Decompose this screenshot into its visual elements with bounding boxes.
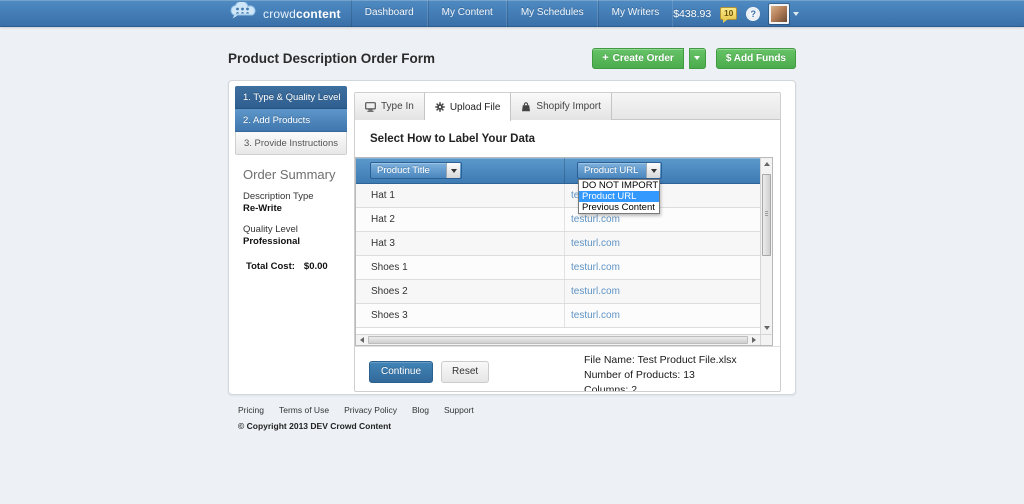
product-title-cell: Hat 1 [356, 184, 565, 207]
columns-text: Columns: 2 [584, 384, 638, 392]
column2-open-dropdown: DO NOT IMPORT Product URL Previous Conte… [578, 179, 660, 214]
continue-button[interactable]: Continue [369, 361, 434, 383]
table-row: Hat 1 testurl.com [356, 184, 760, 208]
wizard-step-type-quality[interactable]: 1. Type & Quality Level [235, 86, 347, 109]
file-name-text: File Name: Test Product File.xlsx [584, 354, 737, 366]
add-funds-button[interactable]: $ Add Funds [715, 47, 796, 69]
brand-name: crowdcontent [263, 6, 341, 21]
page-title: Product Description Order Form [228, 50, 436, 66]
product-url-link[interactable]: testurl.com [571, 238, 620, 249]
nav-item-my-writers[interactable]: My Writers [597, 0, 674, 27]
scroll-left-arrow-icon[interactable] [357, 335, 367, 345]
notification-badge[interactable]: 10 [720, 7, 738, 23]
quality-level-label: Quality Level [243, 224, 298, 235]
monitor-icon [365, 101, 376, 112]
description-type-value: Re-Write [243, 203, 282, 214]
dropdown-option-product-url[interactable]: Product URL [579, 191, 659, 202]
plus-icon: + [602, 52, 609, 64]
description-type-label: Description Type [243, 191, 314, 202]
product-title-cell: Hat 3 [356, 232, 565, 255]
table-row: Hat 2 testurl.com [356, 208, 760, 232]
dropdown-option-do-not-import[interactable]: DO NOT IMPORT [579, 180, 659, 191]
top-navbar: crowdcontent Dashboard My Content My Sch… [0, 0, 1024, 27]
panel-heading: Select How to Label Your Data [370, 133, 536, 145]
caret-down-icon [694, 56, 701, 60]
order-summary-title: Order Summary [243, 167, 336, 182]
product-url-link[interactable]: testurl.com [571, 310, 620, 321]
avatar [768, 2, 791, 25]
order-form-card: 1. Type & Quality Level 2. Add Products … [228, 80, 796, 395]
select-arrow-icon [646, 163, 660, 178]
wizard-step-provide-instructions[interactable]: 3. Provide Instructions [235, 132, 347, 155]
scroll-right-arrow-icon[interactable] [749, 335, 759, 345]
wizard-step-add-products[interactable]: 2. Add Products [235, 109, 347, 132]
table-row: Hat 3 testurl.com [356, 232, 760, 256]
dropdown-option-previous-content[interactable]: Previous Content [579, 202, 659, 213]
footer-link-terms[interactable]: Terms of Use [279, 405, 329, 415]
horizontal-scrollbar[interactable] [356, 334, 760, 345]
select-arrow-icon [446, 163, 460, 178]
brand-logo[interactable]: crowdcontent [228, 0, 341, 26]
column2-mapping-select[interactable]: Product URL [577, 162, 662, 179]
shopping-bag-icon [521, 101, 531, 112]
product-title-cell: Shoes 2 [356, 280, 565, 303]
tab-shopify-import[interactable]: Shopify Import [511, 93, 612, 120]
chevron-down-icon [793, 11, 800, 16]
cloud-people-icon [228, 0, 258, 26]
reset-button[interactable]: Reset [441, 361, 490, 383]
copyright-text: © Copyright 2013 DEV Crowd Content [238, 421, 392, 431]
product-count-text: Number of Products: 13 [584, 369, 695, 381]
footer-link-support[interactable]: Support [444, 405, 474, 415]
wizard-sidebar: 1. Type & Quality Level 2. Add Products … [235, 86, 347, 389]
footer-link-pricing[interactable]: Pricing [238, 405, 264, 415]
quality-level-value: Professional [243, 236, 301, 247]
create-order-button[interactable]: + Create Order [592, 47, 684, 69]
account-balance[interactable]: $438.93 [673, 8, 711, 20]
mapping-table: Product Title Product URL DO NOT IMPORT [355, 157, 773, 346]
mapping-table-header: Product Title Product URL [356, 158, 760, 184]
order-summary: Order Summary Description Type Re-Write … [235, 155, 347, 273]
nav-item-my-content[interactable]: My Content [427, 0, 507, 27]
tab-type-in[interactable]: Type In [355, 93, 425, 120]
file-info: File Name: Test Product File.xlsx Number… [584, 352, 766, 392]
product-title-cell: Shoes 1 [356, 256, 565, 279]
product-url-link[interactable]: testurl.com [571, 262, 620, 273]
nav-item-dashboard[interactable]: Dashboard [350, 0, 428, 27]
table-row: Shoes 1 testurl.com [356, 256, 760, 280]
page-footer: Pricing Terms of Use Privacy Policy Blog… [228, 395, 796, 431]
table-row: Shoes 2 testurl.com [356, 280, 760, 304]
main-nav: Dashboard My Content My Schedules My Wri… [350, 0, 674, 27]
vertical-scroll-thumb[interactable] [762, 174, 771, 256]
footer-link-privacy[interactable]: Privacy Policy [344, 405, 397, 415]
mapping-table-rows: Hat 1 testurl.com Hat 2 testurl.com Hat … [356, 184, 760, 328]
user-menu[interactable] [768, 2, 800, 25]
nav-item-my-schedules[interactable]: My Schedules [506, 0, 598, 27]
tabstrip: Type In Upload File Shopify Import [355, 93, 780, 121]
form-actions: Continue Reset File Name: Test Product F… [355, 346, 780, 392]
horizontal-scroll-thumb[interactable] [368, 336, 748, 344]
total-cost-label: Total Cost: [246, 261, 295, 272]
upload-panel: Type In Upload File Shopify Import Selec… [354, 92, 781, 392]
footer-link-blog[interactable]: Blog [412, 405, 429, 415]
product-url-link[interactable]: testurl.com [571, 214, 620, 225]
vertical-scrollbar[interactable] [760, 158, 772, 334]
product-title-cell: Hat 2 [356, 208, 565, 231]
scroll-up-arrow-icon[interactable] [761, 159, 772, 169]
create-order-dropdown-caret[interactable] [688, 47, 706, 69]
tab-upload-file[interactable]: Upload File [424, 93, 512, 121]
gear-icon [435, 102, 445, 112]
product-title-cell: Shoes 3 [356, 304, 565, 327]
table-row: Shoes 3 testurl.com [356, 304, 760, 328]
column1-mapping-select[interactable]: Product Title [370, 162, 462, 179]
help-icon[interactable]: ? [746, 6, 761, 21]
total-cost-value: $0.00 [303, 261, 328, 272]
product-url-link[interactable]: testurl.com [571, 286, 620, 297]
scroll-down-arrow-icon[interactable] [761, 323, 772, 333]
scrollbar-corner [760, 334, 772, 345]
